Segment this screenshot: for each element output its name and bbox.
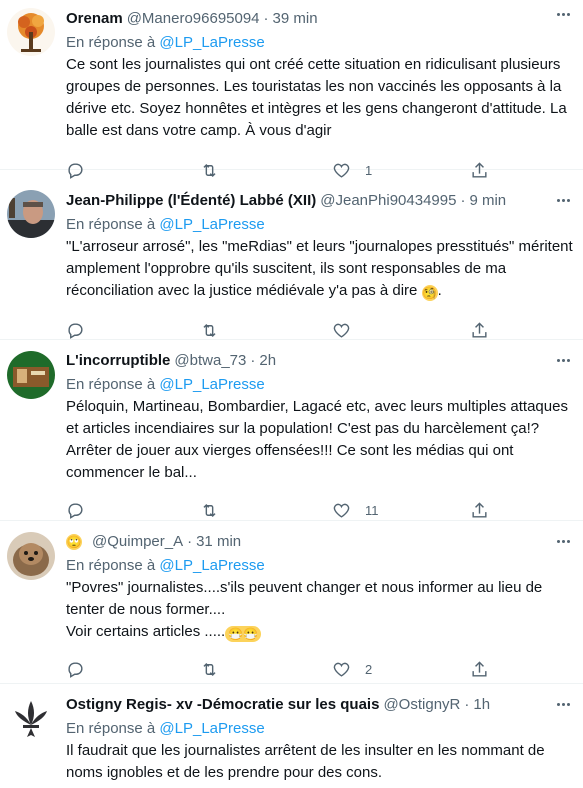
reply-prefix: En réponse à — [66, 557, 156, 574]
reply-prefix: En réponse à — [66, 216, 156, 233]
share-button[interactable] — [470, 321, 489, 340]
share-icon — [472, 321, 487, 338]
separator-dot: · — [250, 352, 256, 369]
user-handle[interactable]: @btwa_73 — [174, 352, 246, 369]
tweet-text-body: Ce sont les journalistes qui ont créé ce… — [66, 56, 567, 139]
display-name[interactable]: Jean-Philippe (l'Édenté) Labbé (XII) — [66, 192, 316, 209]
more-icon[interactable] — [553, 192, 573, 208]
like-icon — [333, 662, 350, 677]
like-icon — [333, 323, 350, 338]
more-icon[interactable] — [553, 533, 573, 549]
tweet-text-body: "L'arroseur arrosé", les "meRdias" et le… — [66, 238, 573, 299]
display-name[interactable]: Orenam — [66, 10, 123, 27]
retweet-icon — [203, 662, 216, 676]
timestamp[interactable]: 9 min — [469, 192, 506, 209]
mask-emoji: 😷😷 — [225, 626, 262, 642]
like-button[interactable]: 2 — [332, 660, 372, 679]
reply-button[interactable] — [66, 660, 85, 679]
reply-icon — [68, 661, 83, 678]
reply-prefix: En réponse à — [66, 34, 156, 51]
tweet[interactable]: Ostigny Regis- xv -Démocratie sur les qu… — [0, 684, 583, 788]
monocle-emoji: 🧐 — [421, 285, 438, 301]
reply-to-link[interactable]: @LP_LaPresse — [159, 216, 264, 233]
timestamp[interactable]: 1h — [473, 696, 490, 713]
reply-to-link[interactable]: @LP_LaPresse — [159, 557, 264, 574]
tweet-text-body: "Povres" journalistes....s'ils peuvent c… — [66, 579, 543, 640]
avatar[interactable] — [7, 190, 55, 238]
timestamp[interactable]: 31 min — [196, 533, 241, 550]
timestamp[interactable]: 2h — [259, 352, 276, 369]
separator-dot: · — [187, 533, 193, 550]
reply-context: En réponse à @LP_LaPresse — [66, 214, 583, 236]
tweet-text-end: . — [437, 282, 442, 299]
tweet-text: "L'arroseur arrosé", les "meRdias" et le… — [66, 236, 583, 302]
tweet-text: Il faudrait que les journalistes arrêten… — [66, 740, 583, 784]
tweet-text-body: Il faudrait que les journalistes arrêten… — [66, 742, 545, 781]
tweet-text-body: Péloquin, Martineau, Bombardier, Lagacé … — [66, 398, 568, 481]
like-count: 2 — [365, 661, 373, 677]
like-count: 11 — [365, 502, 379, 518]
reply-icon — [68, 502, 83, 519]
reply-context: En réponse à @LP_LaPresse — [66, 374, 583, 396]
like-button[interactable] — [332, 321, 351, 340]
reply-button[interactable] — [66, 501, 85, 520]
avatar[interactable] — [7, 8, 55, 56]
share-icon — [472, 660, 487, 677]
tweet-text: Ce sont les journalistes qui ont créé ce… — [66, 54, 583, 142]
tweet[interactable]: L'incorruptible @btwa_73 · 2h En réponse… — [0, 340, 583, 521]
separator-dot: · — [263, 10, 269, 27]
retweet-button[interactable] — [200, 660, 219, 679]
name-emoji: 🙄 — [66, 534, 82, 550]
more-icon[interactable] — [553, 352, 573, 368]
like-icon — [333, 503, 350, 518]
tweet[interactable]: Orenam @Manero96695094 · 39 min En répon… — [0, 0, 583, 179]
tweet-text: "Povres" journalistes....s'ils peuvent c… — [66, 577, 583, 643]
share-icon — [472, 501, 487, 518]
display-name[interactable]: Ostigny Regis- xv -Démocratie sur les qu… — [66, 696, 379, 713]
timestamp[interactable]: 39 min — [273, 10, 318, 27]
reply-prefix: En réponse à — [66, 376, 156, 393]
reply-context: En réponse à @LP_LaPresse — [66, 718, 583, 740]
retweet-button[interactable] — [200, 321, 219, 340]
avatar[interactable] — [7, 351, 55, 399]
display-name[interactable]: L'incorruptible — [66, 352, 170, 369]
reply-to-link[interactable]: @LP_LaPresse — [159, 376, 264, 393]
reply-icon — [68, 322, 83, 339]
retweet-icon — [203, 323, 216, 337]
retweet-button[interactable] — [200, 501, 219, 520]
share-button[interactable] — [470, 501, 489, 520]
separator-dot: · — [460, 192, 466, 209]
reply-button[interactable] — [66, 321, 85, 340]
reply-to-link[interactable]: @LP_LaPresse — [159, 34, 264, 51]
more-icon[interactable] — [553, 696, 573, 712]
reply-context: En réponse à @LP_LaPresse — [66, 555, 583, 577]
reply-prefix: En réponse à — [66, 720, 156, 737]
like-button[interactable]: 11 — [332, 501, 379, 520]
user-handle[interactable]: @Manero96695094 — [127, 10, 260, 27]
tweet-text: Péloquin, Martineau, Bombardier, Lagacé … — [66, 396, 583, 484]
user-handle[interactable]: @Quimper_A — [92, 533, 183, 550]
more-icon[interactable] — [553, 6, 573, 22]
reply-context: En réponse à @LP_LaPresse — [66, 32, 583, 54]
avatar[interactable] — [7, 695, 55, 743]
tweet[interactable]: 🙄 @Quimper_A · 31 min En réponse à @LP_L… — [0, 521, 583, 684]
separator-dot: · — [464, 696, 470, 713]
retweet-icon — [203, 503, 216, 517]
tweet[interactable]: Jean-Philippe (l'Édenté) Labbé (XII) @Je… — [0, 170, 583, 340]
share-button[interactable] — [470, 660, 489, 679]
reply-to-link[interactable]: @LP_LaPresse — [159, 720, 264, 737]
user-handle[interactable]: @OstignyR — [383, 696, 460, 713]
avatar[interactable] — [7, 532, 55, 580]
user-handle[interactable]: @JeanPhi90434995 — [320, 192, 456, 209]
